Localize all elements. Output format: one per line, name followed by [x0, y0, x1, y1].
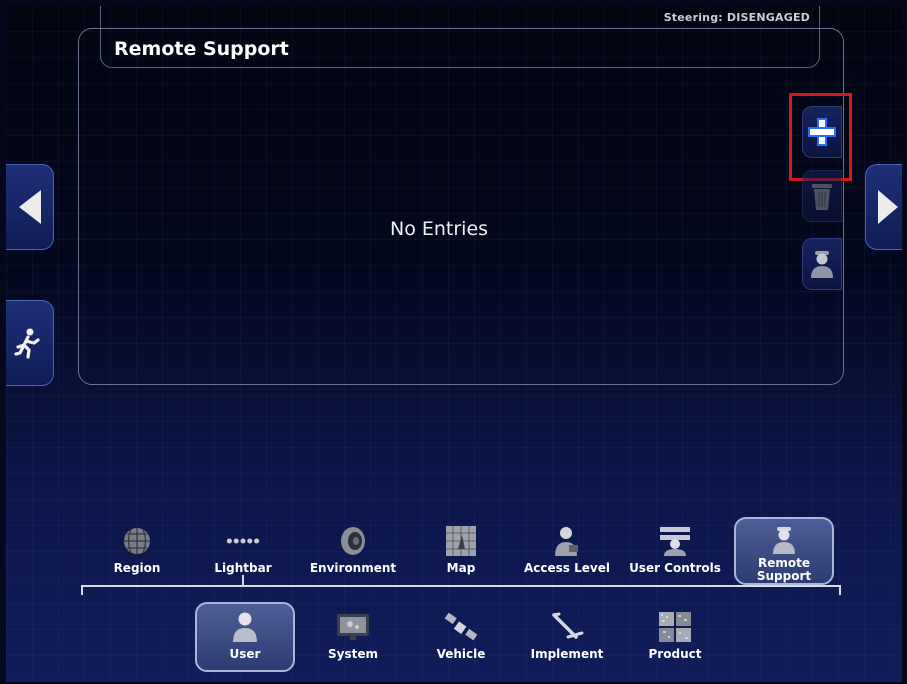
nav-product[interactable]: Product [625, 604, 725, 672]
user-icon [228, 610, 262, 644]
screen: Steering: DISENGAGED Remote Support No E… [6, 6, 902, 682]
triangle-right-icon [878, 190, 898, 224]
previous-page-button[interactable] [6, 164, 54, 250]
monitor-icon [336, 610, 370, 644]
subnav-label: User Controls [629, 561, 721, 575]
technician-button[interactable] [802, 238, 842, 290]
user-controls-icon [658, 524, 692, 558]
bracket-connector [242, 575, 244, 587]
empty-message: No Entries [390, 218, 489, 240]
subnav-map[interactable]: Map [411, 518, 511, 586]
nav-user[interactable]: User [195, 602, 295, 672]
running-man-icon [14, 328, 40, 359]
subnav-label: Environment [309, 561, 397, 575]
remote-support-icon [767, 523, 801, 557]
nav-label: User [229, 647, 261, 661]
subnav-label: Lightbar [214, 561, 272, 575]
triangle-left-icon [19, 190, 41, 224]
map-grid-icon [444, 524, 478, 558]
speaker-icon [336, 524, 370, 558]
highlight-box [789, 93, 852, 181]
subnav-bracket [81, 585, 841, 595]
trash-icon [812, 184, 832, 210]
entries-panel [78, 28, 844, 385]
technician-icon [811, 251, 833, 278]
subnav-environment[interactable]: Environment [303, 518, 403, 586]
subnav-user-controls[interactable]: User Controls [625, 518, 725, 586]
user-badge-icon [550, 524, 584, 558]
implement-icon [550, 610, 584, 644]
nav-label: Product [648, 647, 702, 661]
subnav-label: Region [113, 561, 161, 575]
nav-system[interactable]: System [303, 604, 403, 672]
subnav-access-level[interactable]: Access Level [517, 518, 617, 586]
nav-implement[interactable]: Implement [517, 604, 617, 672]
delete-entry-button[interactable] [802, 170, 842, 222]
subnav-remote-support[interactable]: Remote Support [734, 517, 834, 585]
product-icon [658, 610, 692, 644]
satellite-icon [444, 610, 478, 644]
nav-label: System [328, 647, 378, 661]
nav-label: Vehicle [436, 647, 486, 661]
nav-vehicle[interactable]: Vehicle [411, 604, 511, 672]
subnav-label: Access Level [524, 561, 610, 575]
subnav-label: Remote Support [756, 556, 812, 583]
subnav-region[interactable]: Region [87, 518, 187, 586]
nav-label: Implement [530, 647, 604, 661]
next-page-button[interactable] [865, 164, 902, 250]
exit-button[interactable] [6, 300, 54, 386]
lightbar-icon [226, 524, 260, 558]
subnav-label: Map [446, 561, 476, 575]
globe-icon [120, 524, 154, 558]
